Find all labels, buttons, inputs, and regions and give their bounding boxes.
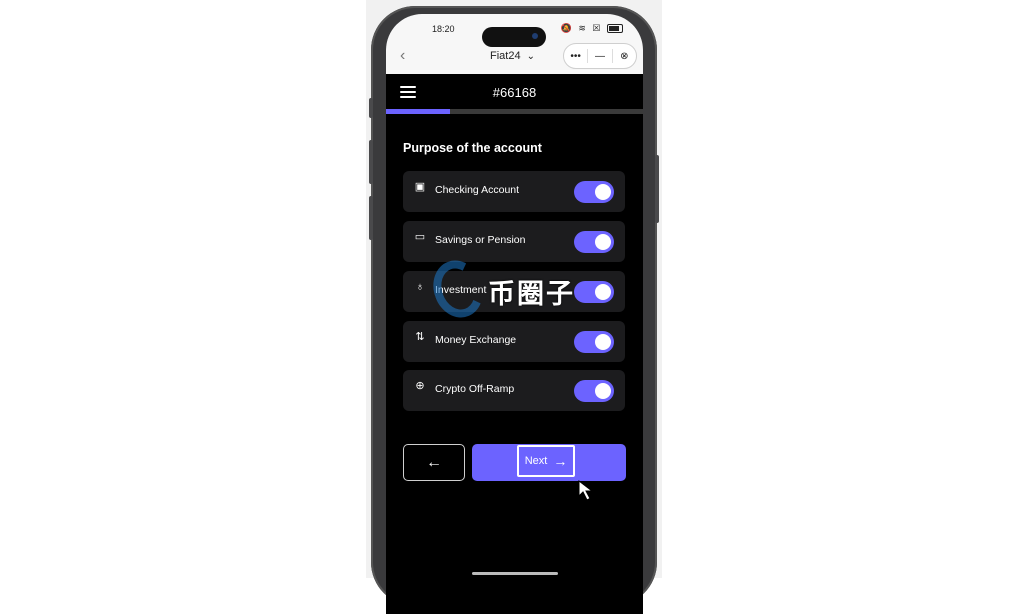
watermark-text: 币圈子 bbox=[488, 279, 575, 309]
trophy-icon: ♁ bbox=[415, 281, 425, 293]
option-row[interactable]: ⊕ Crypto Off-Ramp bbox=[403, 370, 625, 411]
toggle-knob bbox=[595, 334, 611, 350]
option-row[interactable]: ⇅ Money Exchange bbox=[403, 321, 625, 362]
option-toggle[interactable] bbox=[574, 181, 614, 203]
section-title: Purpose of the account bbox=[403, 141, 542, 155]
home-indicator bbox=[472, 572, 558, 575]
status-time: 18:20 bbox=[432, 24, 455, 34]
mouse-cursor-icon bbox=[578, 480, 594, 501]
back-chevron-icon[interactable]: ‹ bbox=[400, 47, 405, 65]
next-button[interactable]: Next → bbox=[472, 444, 626, 481]
option-row[interactable]: ▣ Checking Account bbox=[403, 171, 625, 212]
arrow-right-icon: → bbox=[553, 453, 568, 469]
back-button[interactable]: ← bbox=[403, 444, 465, 481]
exchange-icon: ⇅ bbox=[415, 331, 425, 343]
toggle-knob bbox=[595, 383, 611, 399]
option-label: Money Exchange bbox=[435, 334, 517, 346]
account-id: #66168 bbox=[492, 85, 537, 100]
phone-screen: 18:20 🔕 ≋ ☒ ‹ Fiat24 ⌄ ••• — ⊗ #66168 Pu… bbox=[386, 14, 643, 614]
option-toggle[interactable] bbox=[574, 380, 614, 402]
globe-icon: ⊕ bbox=[415, 380, 425, 392]
option-toggle[interactable] bbox=[574, 231, 614, 253]
option-label: Crypto Off-Ramp bbox=[435, 383, 515, 395]
mute-switch bbox=[369, 98, 373, 118]
watermark: 币圈子 bbox=[425, 253, 584, 325]
option-label: Checking Account bbox=[435, 184, 520, 196]
arrow-left-icon: ← bbox=[426, 454, 442, 471]
volume-down-button bbox=[369, 196, 373, 240]
progress-bar bbox=[386, 109, 643, 114]
status-glyphs: 🔕 ≋ ☒ bbox=[560, 23, 603, 33]
option-label: Savings or Pension bbox=[435, 234, 526, 246]
progress-bar-fill bbox=[386, 109, 451, 114]
battery-icon bbox=[607, 24, 623, 34]
camera-dot bbox=[532, 33, 538, 39]
mini-program-title-text: Fiat24 bbox=[490, 50, 521, 62]
toggle-knob bbox=[595, 184, 611, 200]
mini-program-capsule: ••• — ⊗ bbox=[563, 43, 637, 69]
status-icons: 🔕 ≋ ☒ bbox=[561, 23, 623, 34]
toggle-knob bbox=[595, 234, 611, 250]
next-button-label: Next bbox=[524, 455, 548, 467]
app-header: #66168 bbox=[386, 74, 643, 110]
more-options-button[interactable]: ••• bbox=[564, 51, 587, 62]
mini-program-top-bar: 18:20 🔕 ≋ ☒ ‹ Fiat24 ⌄ ••• — ⊗ bbox=[386, 14, 643, 74]
wallet-icon: ▭ bbox=[414, 231, 426, 243]
chevron-down-icon: ⌄ bbox=[526, 51, 535, 62]
money-icon: ▣ bbox=[414, 181, 426, 193]
watermark-logo-icon bbox=[425, 253, 491, 325]
dynamic-island bbox=[482, 27, 546, 47]
stage: 18:20 🔕 ≋ ☒ ‹ Fiat24 ⌄ ••• — ⊗ #66168 Pu… bbox=[0, 0, 1020, 614]
option-row[interactable]: ▭ Savings or Pension bbox=[403, 221, 625, 262]
volume-up-button bbox=[369, 140, 373, 184]
toggle-knob bbox=[595, 284, 611, 300]
power-button bbox=[655, 155, 659, 223]
option-toggle[interactable] bbox=[574, 331, 614, 353]
minimize-button[interactable]: — bbox=[588, 51, 611, 62]
next-button-highlight[interactable]: Next → bbox=[517, 445, 575, 477]
close-button[interactable]: ⊗ bbox=[613, 51, 636, 62]
mini-program-title[interactable]: Fiat24 ⌄ bbox=[490, 50, 535, 62]
